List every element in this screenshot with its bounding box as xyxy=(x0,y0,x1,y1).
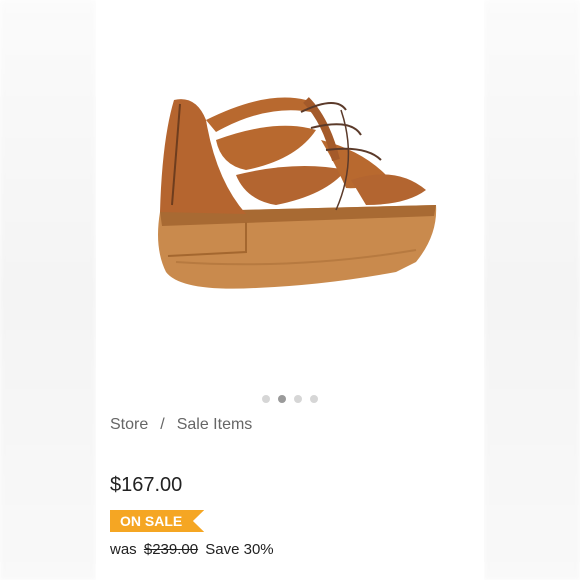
breadcrumb-sale-items-link[interactable]: Sale Items xyxy=(177,416,253,434)
carousel-dots xyxy=(96,395,484,403)
right-blur-margin xyxy=(484,0,580,580)
breadcrumb-separator: / xyxy=(160,416,165,433)
product-image[interactable] xyxy=(96,0,484,390)
strap xyxy=(236,166,346,205)
carousel-dot-active[interactable] xyxy=(278,395,286,403)
product-screen: Store / Sale Items $167.00 ON SALE was $… xyxy=(96,0,484,580)
current-price: $167.00 xyxy=(110,474,183,496)
breadcrumb: Store / Sale Items xyxy=(110,416,252,434)
savings-text: Save 30% xyxy=(205,541,274,558)
toe-strap xyxy=(351,174,426,205)
carousel-dot[interactable] xyxy=(294,395,302,403)
left-blur-margin xyxy=(0,0,96,580)
carousel-dot[interactable] xyxy=(310,395,318,403)
was-label: was xyxy=(110,541,137,558)
on-sale-badge: ON SALE xyxy=(110,510,205,532)
sandal-illustration xyxy=(158,97,437,289)
original-price: $239.00 xyxy=(143,541,199,558)
original-price-line: was $239.00 Save 30% xyxy=(110,541,274,558)
breadcrumb-store-link[interactable]: Store xyxy=(110,416,148,434)
carousel-dot[interactable] xyxy=(262,395,270,403)
strap xyxy=(216,125,316,170)
